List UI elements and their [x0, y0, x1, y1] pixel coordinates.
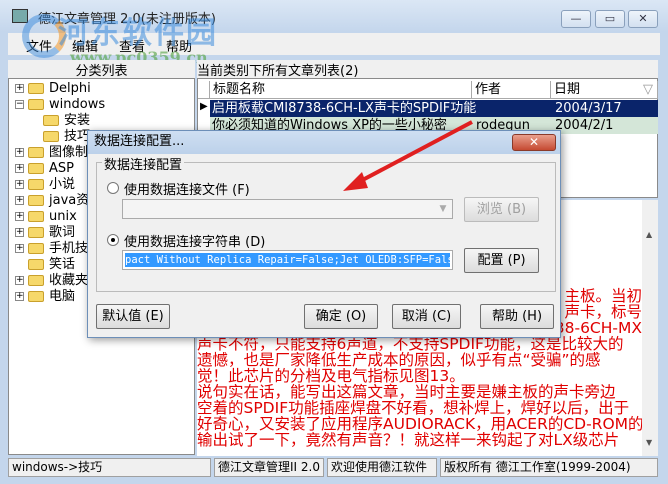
arrow-shaft	[354, 120, 473, 186]
arrow-head-icon	[343, 172, 368, 191]
red-arrow-annotation	[343, 120, 473, 191]
